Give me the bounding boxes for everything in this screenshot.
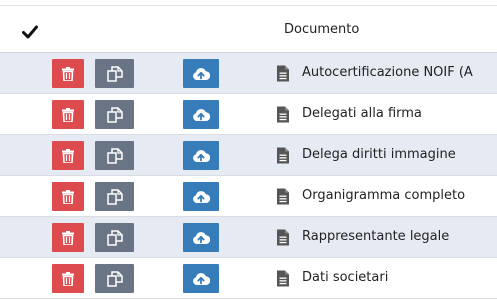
trash-icon [62,230,74,245]
cloud-upload-icon [193,272,210,285]
trash-icon [62,271,74,286]
checkmark-icon[interactable] [22,24,38,40]
document-name[interactable]: Delegati alla firma [302,106,422,121]
table-header: Documento [0,6,497,54]
copy-icon [106,106,123,123]
copy-icon [106,147,123,164]
upload-button[interactable] [183,100,219,129]
cloud-upload-icon [193,231,210,244]
cloud-upload-icon [193,67,210,80]
copy-icon [106,229,123,246]
delete-button[interactable] [52,264,84,293]
upload-button[interactable] [183,264,219,293]
trash-icon [62,148,74,163]
table-row: Delegati alla firma [0,94,497,135]
table-row: Organigramma completo [0,176,497,217]
upload-button[interactable] [183,182,219,211]
delete-button[interactable] [52,100,84,129]
trash-icon [62,189,74,204]
document-name[interactable]: Organigramma completo [302,188,465,203]
document-name[interactable]: Dati societari [302,270,388,285]
document-icon [277,106,289,123]
document-name[interactable]: Autocertificazione NOIF (A [302,65,473,80]
trash-icon [62,66,74,81]
cloud-upload-icon [193,190,210,203]
upload-button[interactable] [183,223,219,252]
delete-button[interactable] [52,141,84,170]
table-row: Delega diritti immagine [0,135,497,176]
copy-icon [106,188,123,205]
upload-button[interactable] [183,59,219,88]
copy-button[interactable] [95,59,134,88]
upload-button[interactable] [183,141,219,170]
document-name[interactable]: Rappresentante legale [302,229,449,244]
table-row: Rappresentante legale [0,217,497,258]
table-row: Dati societari [0,258,497,299]
delete-button[interactable] [52,182,84,211]
table-body: Autocertificazione NOIF (A Delegati alla… [0,53,497,299]
delete-button[interactable] [52,59,84,88]
copy-button[interactable] [95,264,134,293]
document-icon [277,188,289,205]
delete-button[interactable] [52,223,84,252]
copy-button[interactable] [95,223,134,252]
document-icon [277,147,289,164]
cloud-upload-icon [193,149,210,162]
document-icon [277,65,289,82]
document-icon [277,270,289,287]
column-header-documento[interactable]: Documento [284,22,359,37]
cloud-upload-icon [193,108,210,121]
copy-button[interactable] [95,141,134,170]
copy-icon [106,65,123,82]
document-name[interactable]: Delega diritti immagine [302,147,456,162]
copy-button[interactable] [95,100,134,129]
document-icon [277,229,289,246]
copy-button[interactable] [95,182,134,211]
copy-icon [106,270,123,287]
table-row: Autocertificazione NOIF (A [0,53,497,94]
documents-table: Documento Autocertificazione NOIF (A Del… [0,0,497,300]
trash-icon [62,107,74,122]
